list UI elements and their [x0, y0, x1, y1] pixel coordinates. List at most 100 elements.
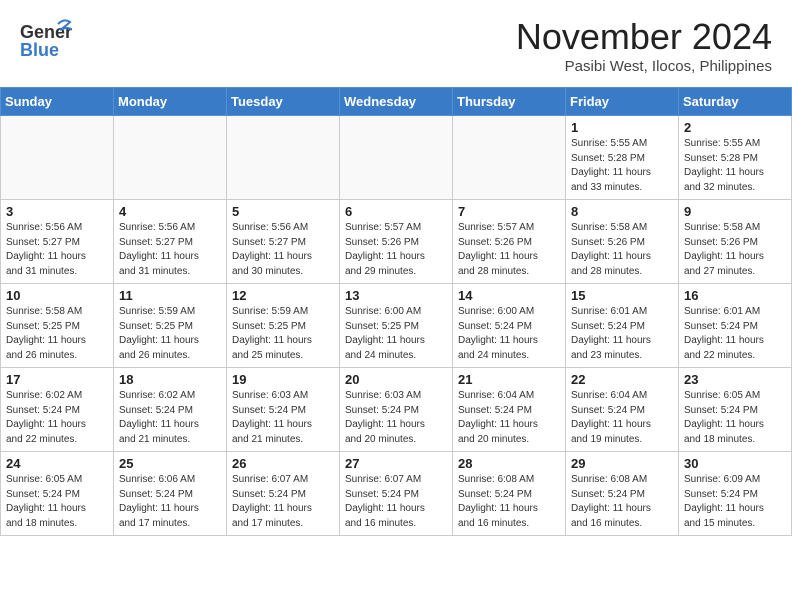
calendar-cell: 16Sunrise: 6:01 AMSunset: 5:24 PMDayligh… — [679, 284, 792, 368]
day-info: Sunrise: 6:07 AMSunset: 5:24 PMDaylight:… — [232, 473, 334, 531]
calendar-table: SundayMondayTuesdayWednesdayThursdayFrid… — [0, 87, 792, 536]
day-number: 19 — [232, 372, 334, 387]
day-info: Sunrise: 5:56 AMSunset: 5:27 PMDaylight:… — [6, 221, 108, 279]
day-number: 4 — [119, 204, 221, 219]
day-number: 7 — [458, 204, 560, 219]
calendar-cell: 8 Sunrise: 5:58 AMSunset: 5:26 PMDaylight… — [566, 200, 679, 284]
day-info: Sunrise: 5:58 AMSunset: 5:26 PMDaylight:… — [684, 221, 786, 279]
day-info: Sunrise: 6:06 AMSunset: 5:24 PMDaylight:… — [119, 473, 221, 531]
calendar-cell: 20 Sunrise: 6:03 AMSunset: 5:24 PMDayligh… — [340, 368, 453, 452]
logo: General Blue — [20, 16, 72, 64]
day-number: 13 — [345, 288, 447, 303]
calendar-cell — [340, 116, 453, 200]
calendar-cell: 15Sunrise: 6:01 AMSunset: 5:24 PMDayligh… — [566, 284, 679, 368]
calendar-cell: 30 Sunrise: 6:09 AMSunset: 5:24 PMDayligh… — [679, 452, 792, 536]
calendar-cell: 26 Sunrise: 6:07 AMSunset: 5:24 PMDayligh… — [227, 452, 340, 536]
logo-icon: General Blue — [20, 16, 72, 64]
day-info: Sunrise: 6:01 AMSunset: 5:24 PMDaylight:… — [684, 305, 786, 363]
location: Pasibi West, Ilocos, Philippines — [516, 58, 772, 75]
calendar-cell: 9 Sunrise: 5:58 AMSunset: 5:26 PMDaylight… — [679, 200, 792, 284]
day-number: 27 — [345, 456, 447, 471]
month-title: November 2024 — [516, 16, 772, 58]
day-info: Sunrise: 6:03 AMSunset: 5:24 PMDaylight:… — [232, 389, 334, 447]
calendar-cell: 25 Sunrise: 6:06 AMSunset: 5:24 PMDayligh… — [114, 452, 227, 536]
week-row-1: 1 Sunrise: 5:55 AMSunset: 5:28 PMDaylight… — [1, 116, 792, 200]
calendar-cell: 1 Sunrise: 5:55 AMSunset: 5:28 PMDaylight… — [566, 116, 679, 200]
calendar-cell — [227, 116, 340, 200]
day-number: 23 — [684, 372, 786, 387]
day-number: 3 — [6, 204, 108, 219]
calendar-cell: 21 Sunrise: 6:04 AMSunset: 5:24 PMDayligh… — [453, 368, 566, 452]
calendar-cell: 18Sunrise: 6:02 AMSunset: 5:24 PMDayligh… — [114, 368, 227, 452]
calendar-cell: 12 Sunrise: 5:59 AMSunset: 5:25 PMDayligh… — [227, 284, 340, 368]
day-number: 1 — [571, 120, 673, 135]
calendar-cell: 19 Sunrise: 6:03 AMSunset: 5:24 PMDayligh… — [227, 368, 340, 452]
calendar-cell: 10 Sunrise: 5:58 AMSunset: 5:25 PMDayligh… — [1, 284, 114, 368]
title-section: November 2024 Pasibi West, Ilocos, Phili… — [516, 16, 772, 75]
day-number: 10 — [6, 288, 108, 303]
day-info: Sunrise: 6:08 AMSunset: 5:24 PMDaylight:… — [571, 473, 673, 531]
day-info: Sunrise: 5:58 AMSunset: 5:26 PMDaylight:… — [571, 221, 673, 279]
weekday-header-wednesday: Wednesday — [340, 88, 453, 116]
day-number: 6 — [345, 204, 447, 219]
day-info: Sunrise: 5:58 AMSunset: 5:25 PMDaylight:… — [6, 305, 108, 363]
day-number: 18 — [119, 372, 221, 387]
day-number: 25 — [119, 456, 221, 471]
day-info: Sunrise: 6:04 AMSunset: 5:24 PMDaylight:… — [458, 389, 560, 447]
weekday-header-monday: Monday — [114, 88, 227, 116]
calendar-cell: 3 Sunrise: 5:56 AMSunset: 5:27 PMDaylight… — [1, 200, 114, 284]
day-number: 26 — [232, 456, 334, 471]
calendar-cell: 29 Sunrise: 6:08 AMSunset: 5:24 PMDayligh… — [566, 452, 679, 536]
calendar-cell: 22 Sunrise: 6:04 AMSunset: 5:24 PMDayligh… — [566, 368, 679, 452]
weekday-header-friday: Friday — [566, 88, 679, 116]
week-row-5: 24Sunrise: 6:05 AMSunset: 5:24 PMDayligh… — [1, 452, 792, 536]
day-info: Sunrise: 6:04 AMSunset: 5:24 PMDaylight:… — [571, 389, 673, 447]
page-header: General Blue November 2024 Pasibi West, … — [0, 0, 792, 83]
day-info: Sunrise: 6:00 AMSunset: 5:25 PMDaylight:… — [345, 305, 447, 363]
calendar-cell: 4Sunrise: 5:56 AMSunset: 5:27 PMDaylight… — [114, 200, 227, 284]
day-number: 2 — [684, 120, 786, 135]
day-number: 9 — [684, 204, 786, 219]
day-info: Sunrise: 5:59 AMSunset: 5:25 PMDaylight:… — [119, 305, 221, 363]
day-number: 29 — [571, 456, 673, 471]
day-info: Sunrise: 6:07 AMSunset: 5:24 PMDaylight:… — [345, 473, 447, 531]
day-info: Sunrise: 5:56 AMSunset: 5:27 PMDaylight:… — [232, 221, 334, 279]
weekday-header-row: SundayMondayTuesdayWednesdayThursdayFrid… — [1, 88, 792, 116]
day-info: Sunrise: 6:08 AMSunset: 5:24 PMDaylight:… — [458, 473, 560, 531]
weekday-header-tuesday: Tuesday — [227, 88, 340, 116]
calendar-cell — [453, 116, 566, 200]
day-number: 22 — [571, 372, 673, 387]
day-info: Sunrise: 5:55 AMSunset: 5:28 PMDaylight:… — [571, 137, 673, 195]
day-number: 30 — [684, 456, 786, 471]
day-number: 12 — [232, 288, 334, 303]
calendar-cell: 5 Sunrise: 5:56 AMSunset: 5:27 PMDaylight… — [227, 200, 340, 284]
svg-text:Blue: Blue — [20, 40, 59, 60]
day-info: Sunrise: 5:59 AMSunset: 5:25 PMDaylight:… — [232, 305, 334, 363]
day-info: Sunrise: 5:55 AMSunset: 5:28 PMDaylight:… — [684, 137, 786, 195]
calendar-cell: 14Sunrise: 6:00 AMSunset: 5:24 PMDayligh… — [453, 284, 566, 368]
day-number: 8 — [571, 204, 673, 219]
day-info: Sunrise: 6:09 AMSunset: 5:24 PMDaylight:… — [684, 473, 786, 531]
day-info: Sunrise: 6:01 AMSunset: 5:24 PMDaylight:… — [571, 305, 673, 363]
calendar-cell — [114, 116, 227, 200]
calendar-cell: 6 Sunrise: 5:57 AMSunset: 5:26 PMDaylight… — [340, 200, 453, 284]
day-info: Sunrise: 6:03 AMSunset: 5:24 PMDaylight:… — [345, 389, 447, 447]
day-info: Sunrise: 5:57 AMSunset: 5:26 PMDaylight:… — [345, 221, 447, 279]
day-number: 17 — [6, 372, 108, 387]
day-number: 5 — [232, 204, 334, 219]
week-row-3: 10 Sunrise: 5:58 AMSunset: 5:25 PMDayligh… — [1, 284, 792, 368]
day-number: 28 — [458, 456, 560, 471]
calendar-cell: 23 Sunrise: 6:05 AMSunset: 5:24 PMDayligh… — [679, 368, 792, 452]
calendar-cell: 17Sunrise: 6:02 AMSunset: 5:24 PMDayligh… — [1, 368, 114, 452]
calendar-cell: 11Sunrise: 5:59 AMSunset: 5:25 PMDayligh… — [114, 284, 227, 368]
calendar-cell: 13 Sunrise: 6:00 AMSunset: 5:25 PMDayligh… — [340, 284, 453, 368]
day-number: 21 — [458, 372, 560, 387]
day-info: Sunrise: 6:00 AMSunset: 5:24 PMDaylight:… — [458, 305, 560, 363]
svg-text:General: General — [20, 22, 72, 42]
day-number: 24 — [6, 456, 108, 471]
weekday-header-sunday: Sunday — [1, 88, 114, 116]
calendar-cell — [1, 116, 114, 200]
day-number: 20 — [345, 372, 447, 387]
day-info: Sunrise: 6:05 AMSunset: 5:24 PMDaylight:… — [684, 389, 786, 447]
weekday-header-saturday: Saturday — [679, 88, 792, 116]
